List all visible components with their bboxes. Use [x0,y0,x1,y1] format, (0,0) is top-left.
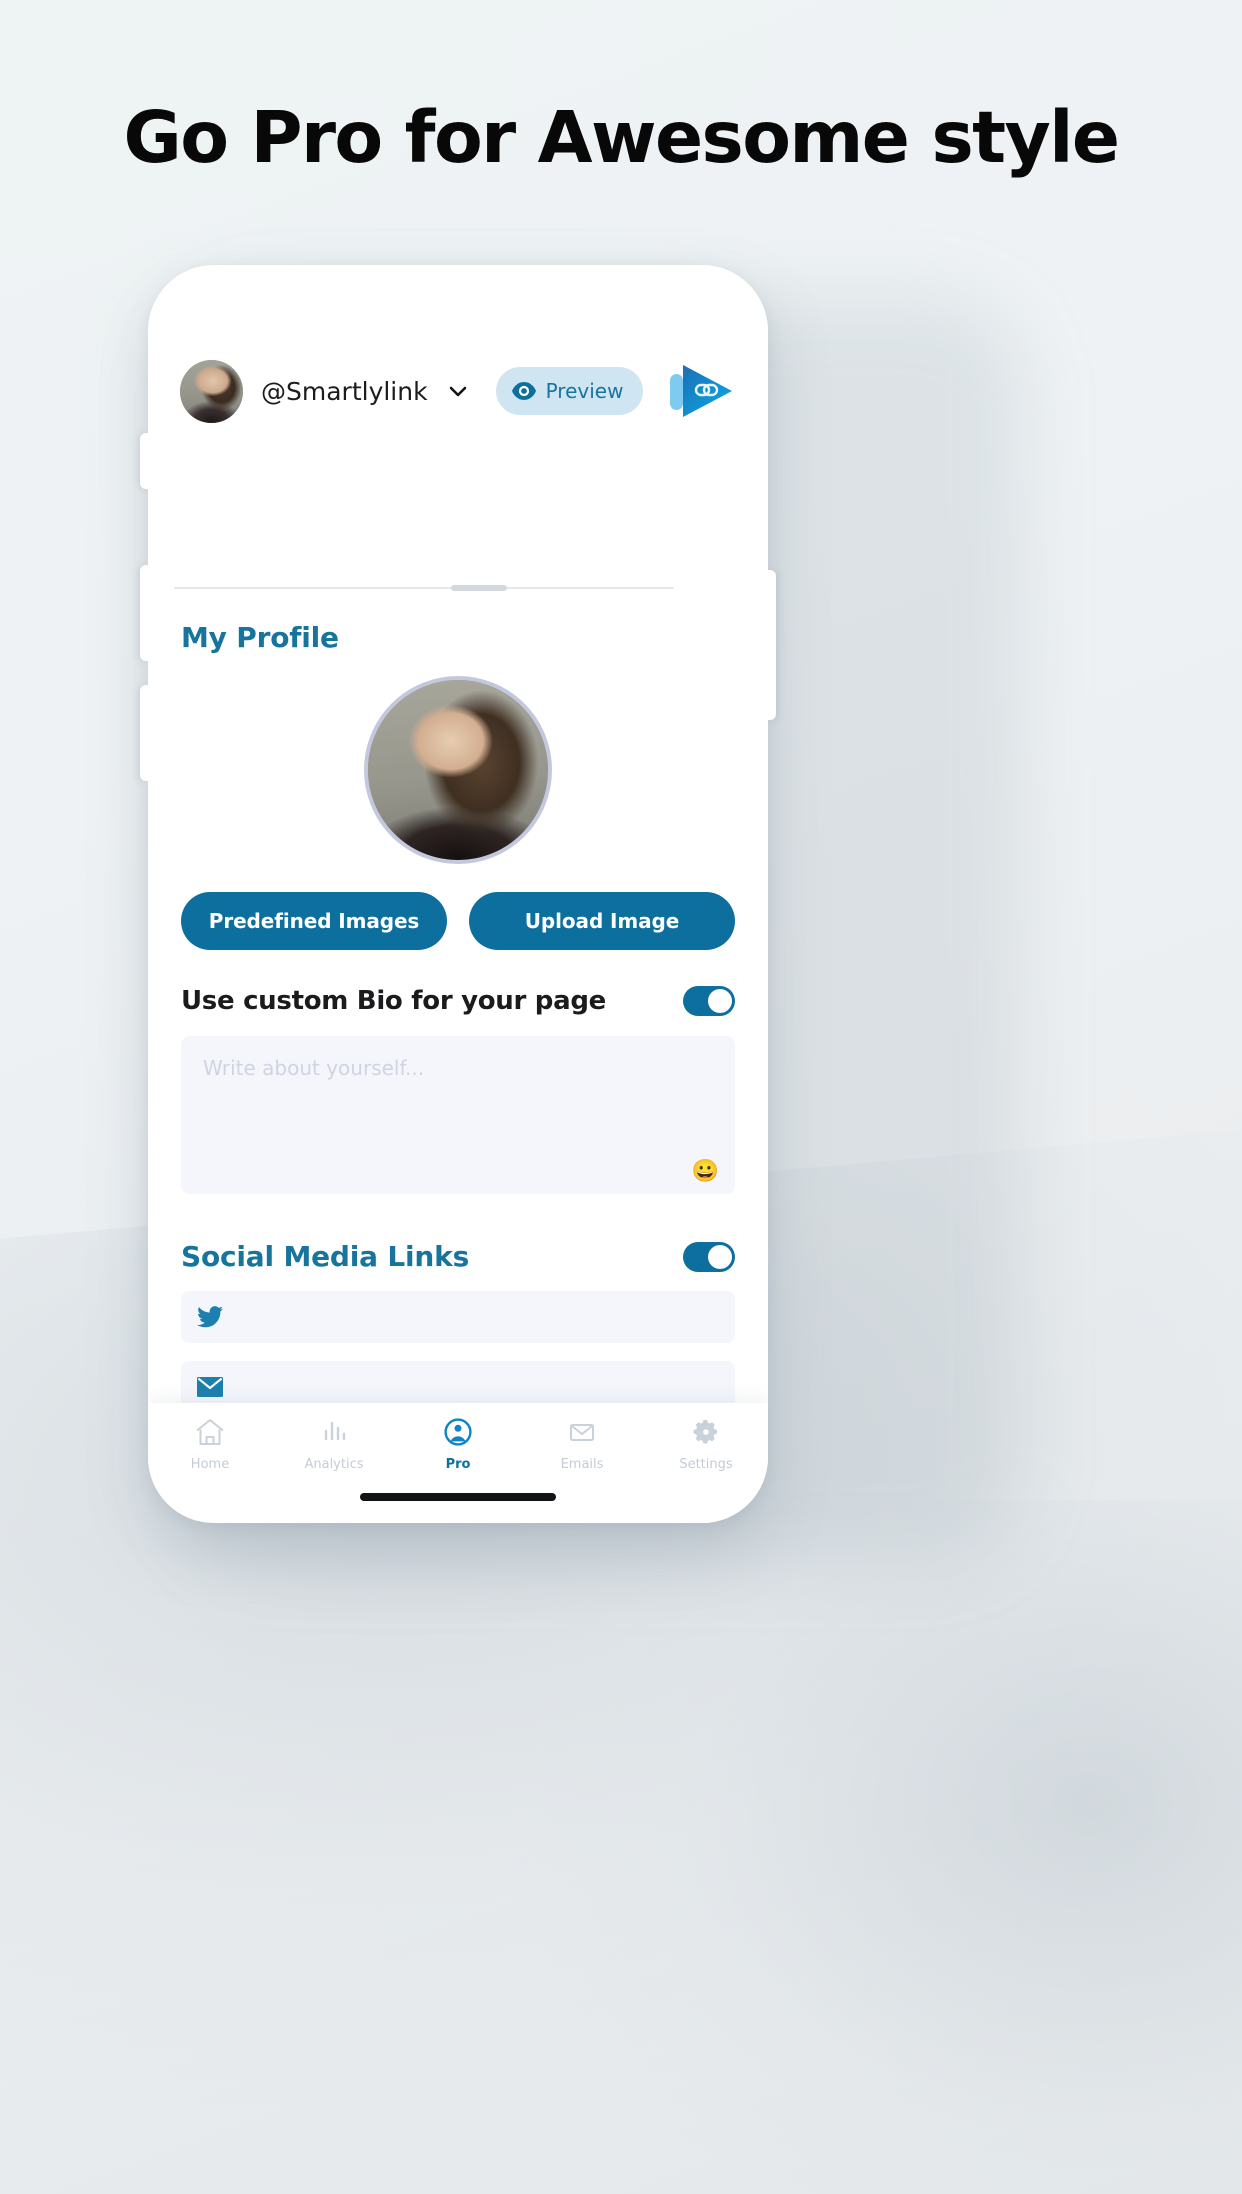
profile-photo[interactable] [364,676,552,864]
tab-home[interactable]: Home [148,1417,272,1472]
preview-button[interactable]: Preview [495,367,644,415]
social-links-row: Social Media Links [181,1240,735,1273]
home-icon [194,1417,226,1452]
tab-label: Home [190,1457,230,1472]
app-header: @Smartlylink Preview [148,335,768,447]
email-icon [193,1370,227,1404]
emoji-picker-icon[interactable]: 😀 [692,1158,719,1184]
tab-label: Pro [445,1457,471,1472]
tab-label: Analytics [304,1457,364,1472]
tab-label: Emails [560,1457,604,1472]
tab-settings[interactable]: Settings [644,1417,768,1472]
image-buttons-row: Predefined Images Upload Image [181,892,735,950]
upload-image-button[interactable]: Upload Image [469,892,735,950]
social-media-links-title: Social Media Links [181,1240,470,1273]
account-handle[interactable]: @Smartlylink [261,377,428,406]
tab-pro[interactable]: Pro [396,1417,520,1472]
social-row-twitter[interactable] [181,1291,735,1343]
eye-icon [511,382,536,400]
twitter-icon [193,1300,227,1334]
avatar[interactable] [180,359,243,423]
home-indicator [360,1493,556,1501]
avatar-photo [180,359,243,423]
background-wash [540,1500,1242,2194]
page-headline: Go Pro for Awesome style [123,96,1120,179]
user-circle-icon [442,1417,474,1452]
social-links-toggle[interactable] [683,1241,735,1272]
phone-mockup: @Smartlylink Preview My Profile Predefin… [140,265,776,1523]
chevron-down-icon[interactable] [446,379,470,403]
envelope-icon [566,1417,598,1452]
toggle-knob [708,1244,732,1269]
tab-analytics[interactable]: Analytics [272,1417,396,1472]
phone-screen: @Smartlylink Preview My Profile Predefin… [148,265,768,1523]
profile-photo-wrap [181,676,735,864]
my-profile-title: My Profile [181,621,339,654]
profile-content: My Profile Predefined Images Upload Imag… [148,595,768,1523]
bio-placeholder: Write about yourself... [203,1056,425,1080]
tab-emails[interactable]: Emails [520,1417,644,1472]
tab-label: Settings [679,1457,733,1472]
custom-bio-row: Use custom Bio for your page [181,986,735,1016]
preview-label: Preview [545,379,624,403]
bio-textarea[interactable]: Write about yourself... 😀 [181,1036,735,1194]
page-root: Go Pro for Awesome style @Smartlylink Pr… [0,0,1242,2194]
header-divider [174,587,674,589]
custom-bio-label: Use custom Bio for your page [181,986,606,1016]
bar-chart-icon [318,1417,350,1452]
sheet-drag-handle[interactable] [451,585,507,591]
smartlylink-logo[interactable] [662,359,738,423]
gear-icon [690,1417,722,1452]
profile-photo-image [368,680,548,860]
bottom-navigation: Home Analytics Pro Emails Settings [148,1403,768,1523]
toggle-knob [708,989,732,1013]
predefined-images-button[interactable]: Predefined Images [181,892,447,950]
custom-bio-toggle[interactable] [683,986,735,1016]
